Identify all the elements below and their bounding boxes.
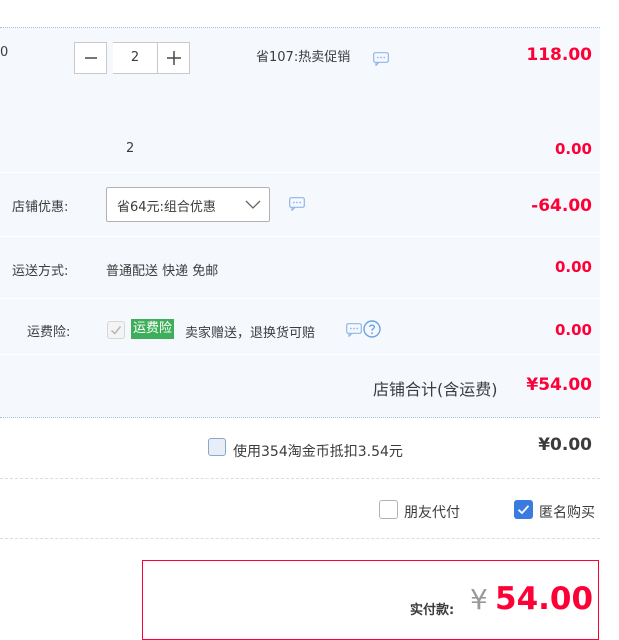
- shop-total-amount: ¥54.00: [526, 375, 592, 395]
- row-divider: [0, 172, 600, 173]
- subtotal-quantity: 2: [126, 141, 135, 156]
- check-icon: [110, 325, 122, 335]
- shop-discount-selected: 省64元:组合优惠: [117, 200, 216, 215]
- coins-amount: ¥0.00: [538, 435, 592, 455]
- shipping-label: 运送方式:: [12, 264, 69, 279]
- quantity-input[interactable]: 2: [113, 42, 157, 74]
- payment-amount: 54.00: [495, 581, 594, 617]
- shipping-value: 普通配送 快递 免邮: [106, 264, 219, 279]
- shipping-amount: 0.00: [554, 258, 592, 276]
- insurance-text: 卖家赠送，退换货可赔: [185, 326, 316, 341]
- payment-currency: ¥: [470, 583, 488, 616]
- friend-pay-checkbox[interactable]: [379, 500, 398, 519]
- insurance-checkbox: [107, 321, 125, 339]
- item-price: 118.00: [526, 45, 592, 65]
- insurance-badge: 运费险: [131, 319, 175, 339]
- row-divider: [0, 298, 600, 299]
- panel-bottom-divider: [0, 417, 600, 418]
- increase-quantity-button[interactable]: [157, 42, 190, 74]
- promo-text: 省107:热卖促销: [256, 50, 351, 65]
- message-icon[interactable]: [373, 52, 389, 66]
- section-divider: [0, 538, 600, 539]
- shop-discount-label: 店铺优惠:: [12, 200, 69, 215]
- row-divider: [0, 354, 600, 355]
- shop-discount-select[interactable]: 省64元:组合优惠: [106, 187, 270, 222]
- message-icon[interactable]: [289, 197, 305, 211]
- section-divider: [0, 478, 600, 479]
- message-icon[interactable]: [346, 323, 362, 337]
- chevron-down-icon: [245, 200, 261, 209]
- shop-total-label: 店铺合计(含运费): [373, 380, 498, 399]
- check-icon: [517, 505, 530, 515]
- shop-discount-amount: -64.00: [531, 196, 592, 216]
- friend-pay-label[interactable]: 朋友代付: [404, 502, 460, 522]
- anonymous-label[interactable]: 匿名购买: [539, 502, 595, 522]
- order-panel: [0, 27, 600, 417]
- row-divider: [0, 236, 600, 237]
- coins-label[interactable]: 使用354淘金币抵扣3.54元: [233, 441, 403, 461]
- subtotal-amount: 0.00: [554, 140, 592, 158]
- decrease-quantity-button[interactable]: [74, 42, 107, 74]
- coins-checkbox[interactable]: [208, 438, 226, 456]
- cut-off-text: 0: [0, 45, 9, 60]
- help-icon[interactable]: [363, 320, 381, 338]
- anonymous-checkbox[interactable]: [514, 500, 533, 519]
- panel-top-divider: [0, 27, 600, 28]
- payment-summary: 实付款: ¥ 54.00: [142, 560, 599, 640]
- plus-icon: [166, 51, 181, 65]
- insurance-label: 运费险:: [27, 325, 71, 340]
- minus-icon: [84, 57, 97, 59]
- insurance-amount: 0.00: [554, 321, 592, 339]
- payment-label: 实付款:: [410, 603, 455, 618]
